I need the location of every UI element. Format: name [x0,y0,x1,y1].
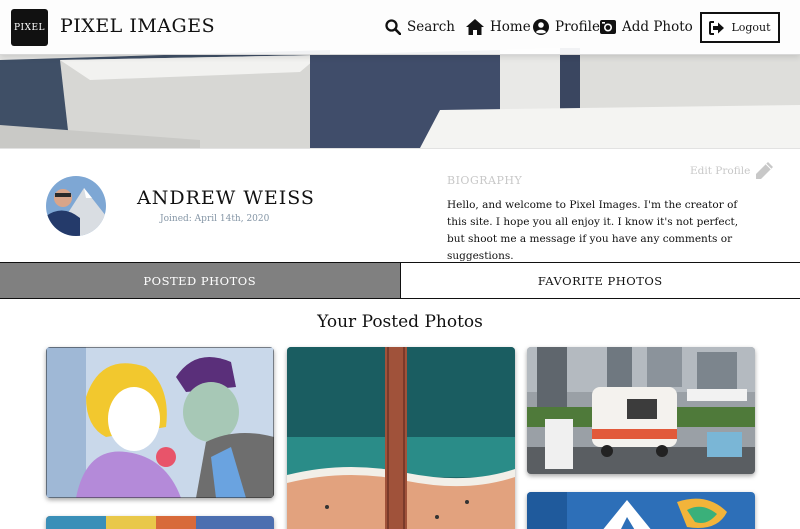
section-title: Your Posted Photos [317,312,483,332]
nav-add-photo-label: Add Photo [622,19,693,35]
logout-button[interactable]: Logout [700,12,780,43]
logo-text: PIXEL [13,22,46,33]
logout-label: Logout [731,21,771,34]
biography-text: Hello, and welcome to Pixel Images. I'm … [447,199,739,262]
nav-home[interactable]: Home [466,16,531,38]
home-icon [466,19,484,35]
brand-title[interactable]: PIXEL IMAGES [60,15,215,37]
nav-profile-label: Profile [555,19,600,35]
photo-card-food-truck[interactable] [527,347,755,474]
nav-profile[interactable]: Profile [533,16,600,38]
user-circle-icon [533,19,549,35]
photo-card-mural[interactable] [527,492,755,529]
avatar [46,176,106,236]
photo-card-pop-art[interactable] [46,347,274,498]
biography-heading: BIOGRAPHY [447,174,523,187]
tab-posted-photos[interactable]: POSTED PHOTOS [0,262,400,299]
user-name: ANDREW WEISS [137,187,315,209]
nav-search[interactable]: Search [385,16,455,38]
camera-icon [600,20,616,34]
sign-out-icon [709,20,725,35]
photo-card-beach-pier[interactable] [287,347,515,529]
photo-card-graffiti[interactable] [46,516,274,529]
joined-date: Joined: April 14th, 2020 [160,214,270,224]
profile-section: ANDREW WEISS Joined: April 14th, 2020 Ed… [0,148,800,262]
nav-add-photo[interactable]: Add Photo [600,16,693,38]
edit-profile-link[interactable]: Edit Profile [690,161,774,181]
site-logo[interactable]: PIXEL [11,9,48,46]
top-navigation: PIXEL PIXEL IMAGES Search Home Profile A… [0,0,800,55]
pencil-icon [756,162,774,179]
nav-home-label: Home [490,19,531,35]
nav-search-label: Search [407,19,455,35]
search-icon [385,19,401,35]
edit-profile-label: Edit Profile [690,165,751,177]
tab-favorite-photos[interactable]: FAVORITE PHOTOS [399,262,800,299]
photo-tabs: POSTED PHOTOS FAVORITE PHOTOS [0,262,800,299]
